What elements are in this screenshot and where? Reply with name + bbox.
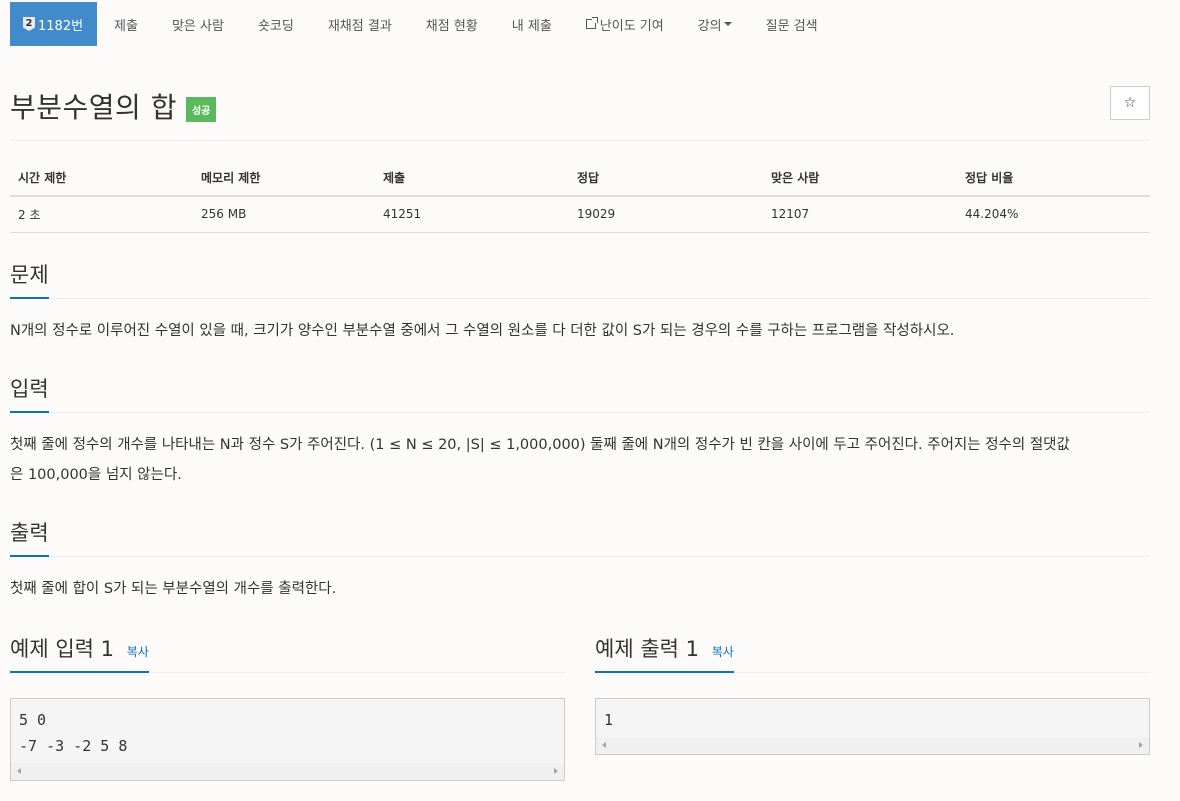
- value-time-limit: 2 초: [10, 196, 193, 233]
- star-button[interactable]: ☆: [1110, 86, 1150, 120]
- nav-short-coding[interactable]: 숏코딩: [241, 2, 311, 46]
- value-accepted-users: 12107: [763, 196, 957, 233]
- sample-input: 예제 입력 1 복사 5 0 -7 -3 -2 5 8: [10, 634, 565, 781]
- problem-info-table: 시간 제한 메모리 제한 제출 정답 맞은 사람 정답 비율 2 초 256 M…: [10, 160, 1150, 233]
- scroll-left-icon[interactable]: [17, 768, 21, 774]
- nav-lectures-dropdown[interactable]: 강의: [681, 2, 749, 46]
- output-section-title: 출력: [10, 518, 49, 557]
- value-memory-limit: 256 MB: [193, 196, 375, 233]
- sample-output-title-wrap: 예제 출력 1 복사: [595, 634, 734, 673]
- header-submissions: 제출: [375, 160, 569, 197]
- star-icon: ☆: [1123, 95, 1137, 111]
- value-accepted: 19029: [569, 196, 763, 233]
- horizontal-scrollbar[interactable]: [596, 737, 1149, 754]
- input-description-line: 은 100,000을 넘지 않는다.: [10, 467, 182, 483]
- sample-input-header: 예제 입력 1 복사: [10, 634, 565, 673]
- sample-input-line: 5 0: [19, 711, 47, 729]
- copy-sample-input-link[interactable]: 복사: [127, 645, 149, 659]
- status-badge: 성공: [185, 96, 217, 122]
- problem-description: N개의 정수로 이루어진 수열이 있을 때, 크기가 양수인 부분수열 중에서 …: [10, 323, 955, 339]
- tier-badge-icon: 2: [23, 17, 35, 31]
- value-submissions: 41251: [375, 196, 569, 233]
- nav-lectures-label: 강의: [697, 18, 722, 34]
- horizontal-scrollbar[interactable]: [11, 763, 564, 780]
- output-section-header: 출력: [10, 518, 1150, 557]
- sample-output-line: 1: [604, 711, 614, 729]
- input-section-header: 입력: [10, 374, 1150, 413]
- title-row: 부분수열의 합 성공: [10, 86, 217, 126]
- sample-output-header: 예제 출력 1 복사: [595, 634, 1150, 673]
- value-accept-ratio: 44.204%: [957, 196, 1150, 233]
- input-description: 첫째 줄에 정수의 개수를 나타내는 N과 정수 S가 주어진다. (1 ≤ N…: [10, 430, 1150, 490]
- title-divider: [10, 140, 1150, 141]
- header-time-limit: 시간 제한: [10, 160, 193, 197]
- problem-section-title: 문제: [10, 260, 49, 299]
- nav-difficulty-contribution[interactable]: 난이도 기여: [569, 2, 681, 46]
- problem-nav: 2 1182번 제출 맞은 사람 숏코딩 재채점 결과 채점 현황 내 제출 난…: [10, 2, 835, 46]
- nav-difficulty-label: 난이도 기여: [599, 18, 664, 34]
- header-accepted: 정답: [569, 160, 763, 197]
- sample-input-title: 예제 입력 1: [10, 637, 114, 661]
- output-description: 첫째 줄에 합이 S가 되는 부분수열의 개수를 출력한다.: [10, 581, 337, 597]
- table-header-row: 시간 제한 메모리 제한 제출 정답 맞은 사람 정답 비율: [10, 160, 1150, 197]
- scroll-right-icon[interactable]: [1139, 742, 1143, 748]
- problem-number-label: 1182번: [38, 18, 84, 34]
- header-accept-ratio: 정답 비율: [957, 160, 1150, 197]
- scroll-right-icon[interactable]: [554, 768, 558, 774]
- sample-input-box[interactable]: 5 0 -7 -3 -2 5 8: [10, 698, 565, 781]
- header-memory-limit: 메모리 제한: [193, 160, 375, 197]
- external-link-icon: [585, 17, 598, 29]
- nav-accepted-users[interactable]: 맞은 사람: [155, 2, 241, 46]
- sample-output: 예제 출력 1 복사 1: [595, 634, 1150, 755]
- input-section: 입력 첫째 줄에 정수의 개수를 나타내는 N과 정수 S가 주어진다. (1 …: [10, 374, 1150, 490]
- sample-output-box[interactable]: 1: [595, 698, 1150, 755]
- nav-question-search[interactable]: 질문 검색: [749, 2, 835, 46]
- nav-problem-number[interactable]: 2 1182번: [10, 2, 98, 46]
- problem-section: 문제 N개의 정수로 이루어진 수열이 있을 때, 크기가 양수인 부분수열 중…: [10, 260, 1150, 346]
- scroll-left-icon[interactable]: [602, 742, 606, 748]
- nav-my-submissions[interactable]: 내 제출: [495, 2, 569, 46]
- problem-section-header: 문제: [10, 260, 1150, 299]
- sample-input-line: -7 -3 -2 5 8: [19, 737, 128, 755]
- output-section: 출력 첫째 줄에 합이 S가 되는 부분수열의 개수를 출력한다.: [10, 518, 1150, 604]
- nav-submit[interactable]: 제출: [97, 2, 155, 46]
- page-title: 부분수열의 합: [10, 91, 177, 124]
- copy-sample-output-link[interactable]: 복사: [712, 645, 734, 659]
- input-section-title: 입력: [10, 374, 49, 413]
- caret-down-icon: [723, 22, 732, 26]
- input-description-line: 첫째 줄에 정수의 개수를 나타내는 N과 정수 S가 주어진다. (1 ≤ N…: [10, 437, 1070, 453]
- sample-output-title: 예제 출력 1: [595, 637, 699, 661]
- nav-rejudge-results[interactable]: 재채점 결과: [311, 2, 409, 46]
- nav-status[interactable]: 채점 현황: [409, 2, 495, 46]
- header-accepted-users: 맞은 사람: [763, 160, 957, 197]
- table-row: 2 초 256 MB 41251 19029 12107 44.204%: [10, 196, 1150, 233]
- sample-input-title-wrap: 예제 입력 1 복사: [10, 634, 149, 673]
